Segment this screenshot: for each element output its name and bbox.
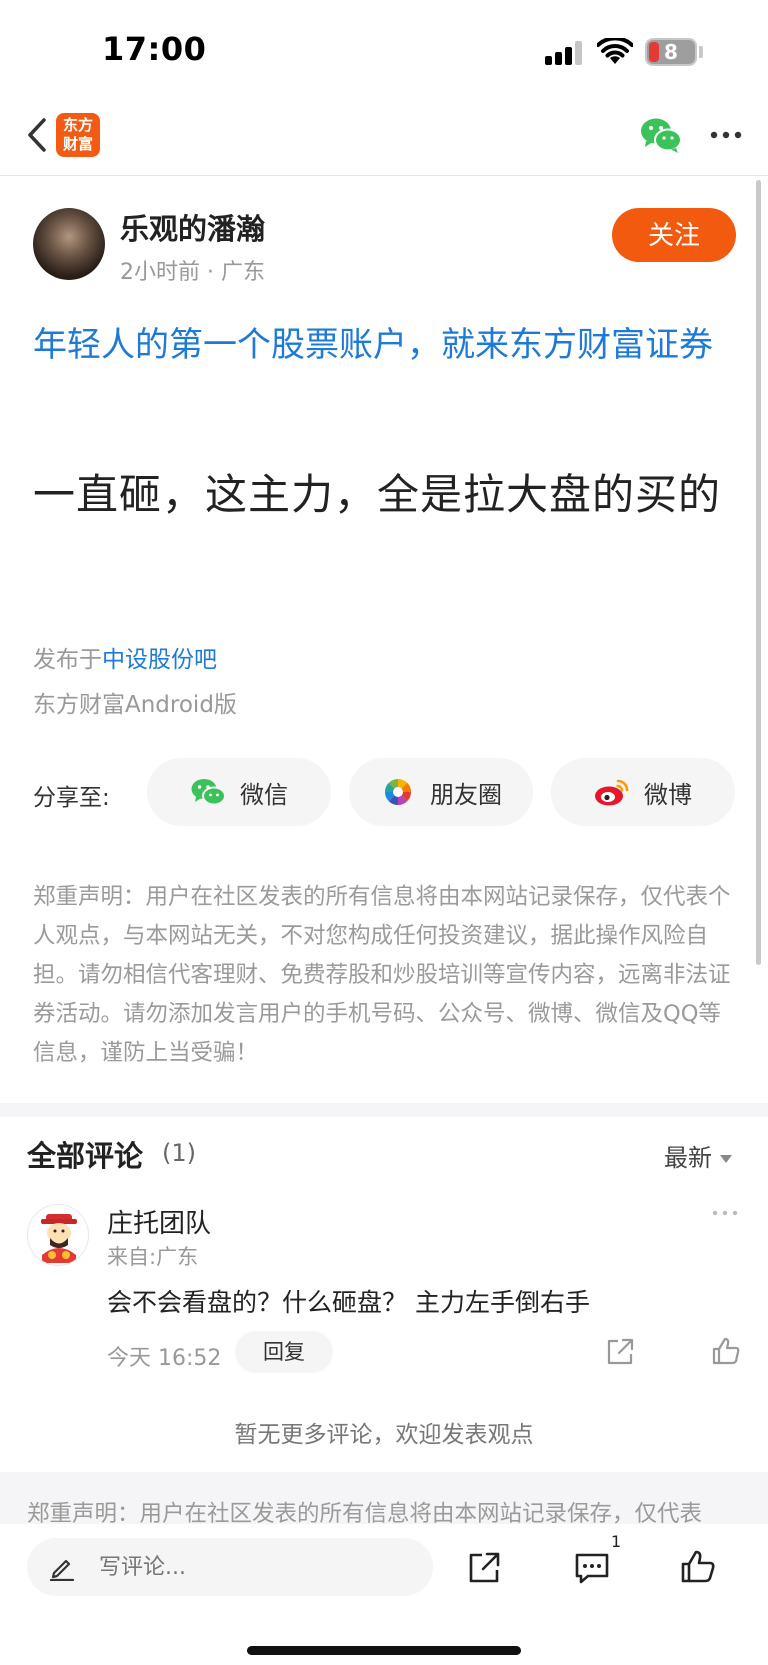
share-weibo-label: 微博 [644, 780, 692, 809]
share-weibo-button[interactable]: 微博 [551, 758, 735, 826]
comment-count-badge: 1 [611, 1532, 622, 1551]
wechat-icon [191, 779, 226, 806]
author-avatar[interactable] [33, 208, 105, 280]
comment-time: 今天 16:52 [107, 1346, 222, 1371]
wifi-icon [597, 38, 633, 64]
comments-count: (1) [162, 1139, 196, 1167]
bottom-disclaimer-band: 郑重声明：用户在社区发表的所有信息将由本网站记录保存，仅代表 [0, 1472, 768, 1524]
stock-bar-link[interactable]: 中设股份吧 [102, 647, 217, 673]
god-of-wealth-icon [41, 1214, 77, 1263]
status-bar: 17:00 8 [0, 0, 768, 100]
share-icon[interactable] [466, 1550, 502, 1586]
published-prefix: 发布于 [33, 647, 102, 673]
bottom-disclaimer: 郑重声明：用户在社区发表的所有信息将由本网站记录保存，仅代表 [27, 1501, 703, 1524]
comment-more-icon[interactable] [710, 1205, 740, 1221]
logo-text-line2: 财富 [62, 135, 93, 153]
post-client: 东方财富Android版 [33, 692, 237, 718]
share-wechat-label: 微信 [240, 780, 288, 809]
comment-location: 来自:广东 [107, 1245, 199, 1269]
comment-input[interactable] [27, 1538, 433, 1596]
section-divider [0, 1103, 768, 1117]
wechat-icon[interactable] [640, 116, 682, 154]
home-indicator[interactable] [247, 1646, 521, 1655]
logo-text-line1: 东方 [62, 116, 93, 134]
comment-icon[interactable] [573, 1550, 611, 1586]
moments-icon [385, 779, 411, 805]
battery-cap [699, 46, 703, 58]
status-time: 17:00 [102, 30, 207, 68]
like-icon[interactable] [679, 1548, 717, 1586]
comment-avatar[interactable] [27, 1204, 89, 1266]
share-label: 分享至: [33, 785, 110, 811]
ad-link[interactable]: 年轻人的第一个股票账户，就来东方财富证券 [33, 318, 733, 372]
pen-icon [49, 1559, 75, 1581]
no-more-comments: 暂无更多评论，欢迎发表观点 [234, 1422, 534, 1448]
nav-bar: 东方 财富 [0, 100, 768, 176]
scrollbar[interactable] [756, 180, 761, 965]
more-icon[interactable] [706, 120, 746, 150]
battery-icon: 8 [645, 38, 697, 66]
share-wechat-button[interactable]: 微信 [147, 758, 331, 826]
sort-dropdown[interactable]: 最新 [664, 1138, 732, 1173]
comment-author[interactable]: 庄托团队 [107, 1203, 211, 1240]
share-moments-label: 朋友圈 [430, 780, 502, 809]
comment-text: 会不会看盘的？什么砸盘？ 主力左手倒右手 [107, 1288, 590, 1317]
comment-share-icon[interactable] [604, 1336, 636, 1368]
bottom-action-bar: 1 [0, 1524, 768, 1665]
post-meta: 2小时前 · 广东 [120, 260, 265, 285]
weibo-icon [595, 779, 629, 806]
back-icon[interactable] [18, 112, 58, 158]
signal-icon [545, 41, 585, 65]
follow-button[interactable]: 关注 [612, 208, 736, 262]
comment-like-icon[interactable] [710, 1335, 742, 1367]
post-title: 一直砸，这主力，全是拉大盘的买的 [33, 470, 722, 519]
reply-button[interactable]: 回复 [235, 1331, 333, 1373]
app-logo[interactable]: 东方 财富 [56, 113, 100, 157]
disclaimer-text: 郑重声明：用户在社区发表的所有信息将由本网站记录保存，仅代表个人观点，与本网站无… [33, 884, 731, 1066]
sort-label: 最新 [664, 1144, 712, 1172]
published-in: 发布于中设股份吧 [33, 640, 217, 674]
share-moments-button[interactable]: 朋友圈 [349, 758, 533, 826]
triangle-down-icon [720, 1155, 732, 1163]
author-name[interactable]: 乐观的潘瀚 [120, 206, 265, 248]
battery-fill [649, 42, 659, 62]
comments-title: 全部评论 [27, 1139, 144, 1173]
